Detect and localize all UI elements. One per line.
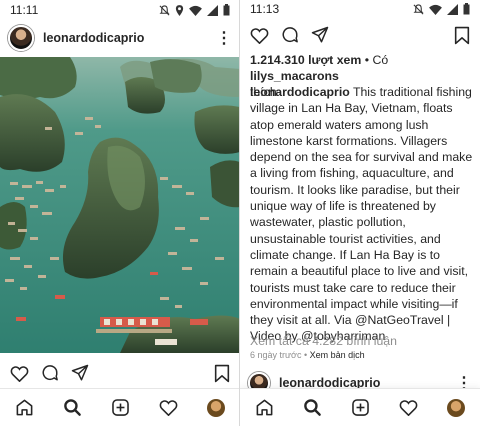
- mute-icon: [413, 3, 424, 14]
- status-bar: 11:13: [240, 0, 480, 18]
- meta-separator: •: [301, 350, 310, 360]
- new-post-icon[interactable]: [111, 398, 130, 417]
- liked-by-prefix: • Có: [361, 53, 389, 67]
- see-translation-link[interactable]: Xem bản dịch: [310, 350, 365, 360]
- home-icon[interactable]: [15, 398, 34, 417]
- direct-share-icon[interactable]: [311, 26, 329, 44]
- post-username[interactable]: leonardodicaprio: [43, 31, 216, 45]
- signal-icon: [447, 3, 458, 15]
- post-actions: [0, 360, 240, 386]
- heart-icon[interactable]: [10, 365, 29, 382]
- status-bar: 11:11: [0, 0, 240, 20]
- activity-heart-icon[interactable]: [159, 399, 178, 416]
- wifi-icon: [429, 4, 442, 15]
- more-options-icon[interactable]: ⋮: [216, 28, 232, 48]
- caption-text: This traditional fishing village in Lan …: [250, 85, 473, 344]
- post-caption: leonardodicaprio This traditional fishin…: [250, 84, 478, 345]
- battery-icon: [223, 4, 230, 16]
- post-header: leonardodicaprio ⋮: [0, 22, 240, 54]
- post-photo[interactable]: [0, 57, 240, 353]
- direct-share-icon[interactable]: [71, 364, 89, 382]
- liked-by-user[interactable]: lilys_macarons: [250, 69, 339, 83]
- post-meta: 6 ngày trước • Xem bản dịch: [250, 350, 365, 360]
- new-post-icon[interactable]: [351, 398, 370, 417]
- comment-icon[interactable]: [41, 364, 59, 382]
- post-time: 6 ngày trước: [250, 350, 302, 360]
- view-count[interactable]: 1.214.310 lượt xem: [250, 53, 361, 67]
- bottom-nav: [0, 388, 240, 426]
- wifi-icon: [189, 5, 202, 16]
- status-time: 11:11: [10, 3, 39, 17]
- location-icon: [175, 4, 184, 16]
- bookmark-icon[interactable]: [214, 364, 230, 383]
- battery-icon: [463, 3, 470, 15]
- status-time: 11:13: [250, 2, 280, 16]
- caption-username[interactable]: leonardodicaprio: [250, 85, 350, 99]
- search-icon[interactable]: [303, 398, 322, 417]
- heart-icon[interactable]: [250, 27, 269, 44]
- search-icon[interactable]: [63, 398, 82, 417]
- view-all-comments-link[interactable]: Xem tất cả 4.282 bình luận: [250, 334, 397, 348]
- avatar[interactable]: [8, 25, 34, 51]
- right-screen: 11:13 1.214.310 lượt xem • Có lilys_maca…: [240, 0, 480, 426]
- activity-heart-icon[interactable]: [399, 399, 418, 416]
- bookmark-icon[interactable]: [454, 26, 470, 45]
- status-icons: [413, 3, 470, 15]
- mute-icon: [159, 4, 170, 15]
- signal-icon: [207, 4, 218, 16]
- profile-avatar[interactable]: [207, 398, 226, 417]
- bottom-nav: [240, 388, 480, 426]
- status-icons: [159, 4, 230, 16]
- home-icon[interactable]: [255, 398, 274, 417]
- profile-avatar[interactable]: [447, 398, 466, 417]
- post-actions: [240, 22, 480, 48]
- comment-icon[interactable]: [281, 26, 299, 44]
- left-screen: 11:11 leonardodicaprio ⋮: [0, 0, 240, 426]
